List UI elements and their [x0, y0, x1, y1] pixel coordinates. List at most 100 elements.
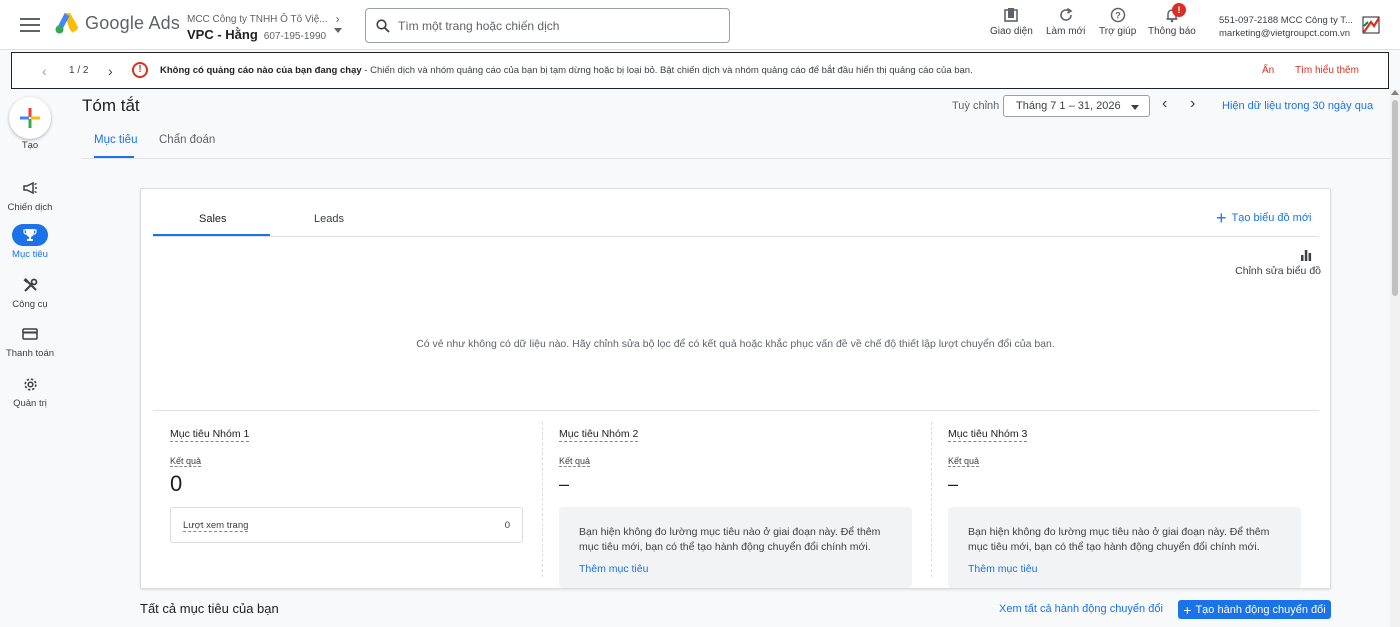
account-id: 607-195-1990: [263, 31, 327, 42]
create-conversion-label: Tạo hành động chuyển đổi: [1195, 603, 1326, 616]
goal-empty-info: Bạn hiện không đo lường mục tiêu nào ở g…: [559, 507, 912, 588]
card-tab-leads[interactable]: Leads: [314, 213, 344, 225]
edit-chart-label: Chỉnh sửa biểu đồ: [1235, 265, 1321, 277]
goal-group-title[interactable]: Mục tiêu Nhóm 1: [170, 428, 250, 442]
refresh-label: Làm mới: [1046, 26, 1086, 37]
help-button[interactable]: ? Trợ giúp: [1099, 7, 1136, 37]
refresh-button[interactable]: Làm mới: [1046, 7, 1085, 37]
bar-chart-icon: [1301, 250, 1312, 261]
card-tabs-divider: [153, 236, 1319, 237]
megaphone-icon: [12, 177, 48, 199]
scrollbar-thumb[interactable]: [1392, 100, 1398, 296]
goal-metric-row[interactable]: Lượt xem trang 0: [170, 507, 523, 543]
refresh-icon: [1059, 7, 1073, 21]
nav-item-goals[interactable]: Mục tiêu: [0, 224, 60, 260]
goal-group-title[interactable]: Mục tiêu Nhóm 2: [559, 428, 639, 442]
goal-metric-value: 0: [504, 520, 510, 531]
date-range-select[interactable]: Tháng 7 1 – 31, 2026: [1003, 95, 1150, 117]
logo-text: Google Ads: [85, 12, 181, 33]
tab-goals[interactable]: Mục tiêu: [94, 134, 137, 146]
plus-icon: +: [1216, 208, 1227, 228]
nav-admin-label: Quản trị: [13, 398, 47, 409]
add-goal-link[interactable]: Thêm mục tiêu: [968, 562, 1037, 577]
nav-campaigns-label: Chiến dịch: [7, 202, 53, 213]
goals-divider: [153, 410, 1319, 411]
goal-group-title[interactable]: Mục tiêu Nhóm 3: [948, 428, 1028, 442]
goal-group-1: Mục tiêu Nhóm 1 Kết quả 0 Lượt xem trang…: [170, 424, 523, 543]
goal-result-value: –: [559, 474, 570, 494]
nav-create-label-wrap[interactable]: Tạo: [0, 140, 60, 151]
error-icon: !: [132, 62, 148, 78]
banner-hide-link[interactable]: Ẩn: [1262, 65, 1274, 76]
date-prev-icon[interactable]: ‹: [1162, 95, 1167, 113]
google-ads-logo-icon: [55, 13, 78, 34]
gear-icon: [12, 373, 48, 395]
goal-metric-label: Lượt xem trang: [183, 520, 249, 532]
goal-result-value: 0: [170, 471, 183, 496]
tabs-divider: [82, 158, 1390, 159]
new-chart-button[interactable]: + Tạo biểu đồ mới: [1216, 208, 1312, 228]
user-account-info[interactable]: 551-097-2188 MCC Công ty T... marketing@…: [1219, 14, 1353, 40]
goal-separator: [931, 422, 932, 577]
last-30-days-link[interactable]: Hiện dữ liệu trong 30 ngày qua: [1222, 100, 1373, 112]
new-chart-label: Tạo biểu đồ mới: [1231, 212, 1312, 224]
all-goals-heading: Tất cả mục tiêu của bạn: [140, 601, 279, 616]
chevron-down-icon: [1131, 105, 1139, 110]
menu-icon[interactable]: [20, 15, 40, 35]
tab-diagnostics[interactable]: Chẩn đoán: [159, 134, 215, 146]
plus-icon: +: [1183, 601, 1192, 618]
banner-message-text: - Chiến dịch và nhóm quảng cáo của bạn b…: [361, 65, 973, 76]
account-name: VPC - Hằng: [187, 27, 258, 42]
nav-goals-label: Mục tiêu: [12, 249, 48, 260]
empty-data-message: Có vẻ như không có dữ liệu nào. Hãy chỉn…: [416, 338, 1055, 350]
nav-item-admin[interactable]: Quản trị: [0, 373, 60, 409]
account-switcher[interactable]: MCC Công ty TNHH Ô Tô Việ... › VPC - Hằng…: [187, 12, 340, 42]
nav-create-label: Tạo: [21, 140, 39, 151]
appearance-button[interactable]: Giao diện: [990, 7, 1033, 37]
banner-learn-more-link[interactable]: Tìm hiểu thêm: [1295, 65, 1359, 76]
banner-page-indicator: 1 / 2: [69, 65, 89, 76]
banner-prev-icon[interactable]: ‹: [42, 63, 47, 79]
chevron-right-icon: ›: [335, 12, 340, 26]
user-email: marketing@vietgroupct.com.vn: [1219, 28, 1351, 39]
google-ads-logo[interactable]: Google Ads: [55, 12, 180, 34]
goal-result-label: Kết quả: [170, 456, 202, 467]
date-next-icon[interactable]: ›: [1190, 95, 1195, 113]
account-dropdown-icon[interactable]: [334, 28, 342, 33]
goal-empty-info: Bạn hiện không đo lường mục tiêu nào ở g…: [948, 507, 1301, 588]
banner-message: Không có quảng cáo nào của bạn đang chạy…: [160, 65, 973, 76]
goal-result-label: Kết quả: [559, 456, 591, 467]
nav-item-billing[interactable]: Thanh toán: [0, 323, 60, 359]
appearance-icon: [1004, 8, 1019, 22]
create-conversion-button[interactable]: + Tạo hành động chuyển đổi: [1178, 600, 1331, 619]
appearance-label: Giao diện: [990, 26, 1033, 37]
notifications-label: Thông báo: [1148, 26, 1196, 37]
help-label: Trợ giúp: [1099, 26, 1137, 37]
scroll-up-icon[interactable]: [1391, 90, 1399, 95]
search-input[interactable]: [398, 18, 698, 33]
banner-next-icon[interactable]: ›: [108, 63, 113, 79]
view-all-conversions-link[interactable]: Xem tất cả hành động chuyển đổi: [999, 603, 1163, 615]
user-customer-id: 551-097-2188 MCC Công ty T...: [1219, 15, 1353, 26]
top-bar: Google Ads MCC Công ty TNHH Ô Tô Việ... ›…: [0, 0, 1400, 50]
company-logo-icon[interactable]: [1362, 16, 1380, 34]
notifications-button[interactable]: ! Thông báo: [1148, 3, 1196, 37]
goal-group-2: Mục tiêu Nhóm 2 Kết quả – Bạn hiện không…: [559, 424, 912, 588]
nav-item-tools[interactable]: Công cụ: [0, 274, 60, 310]
nav-item-campaigns[interactable]: Chiến dịch: [0, 177, 60, 213]
edit-chart-button[interactable]: Chỉnh sửa biểu đồ: [1211, 249, 1321, 277]
add-goal-link[interactable]: Thêm mục tiêu: [579, 562, 648, 577]
nav-tools-label: Công cụ: [12, 299, 48, 310]
tools-icon: [12, 274, 48, 296]
goal-group-3: Mục tiêu Nhóm 3 Kết quả – Bạn hiện không…: [948, 424, 1301, 588]
plus-icon: [20, 108, 40, 128]
card-tab-sales[interactable]: Sales: [199, 213, 227, 225]
banner-message-bold: Không có quảng cáo nào của bạn đang chạy: [160, 65, 362, 76]
goal-separator: [542, 422, 543, 577]
credit-card-icon: [12, 323, 48, 345]
trophy-icon: [12, 224, 48, 246]
svg-text:?: ?: [1115, 11, 1121, 21]
search-box[interactable]: [365, 8, 730, 43]
create-button[interactable]: [9, 97, 51, 139]
date-range-type: Tuỳ chỉnh: [952, 100, 1000, 112]
